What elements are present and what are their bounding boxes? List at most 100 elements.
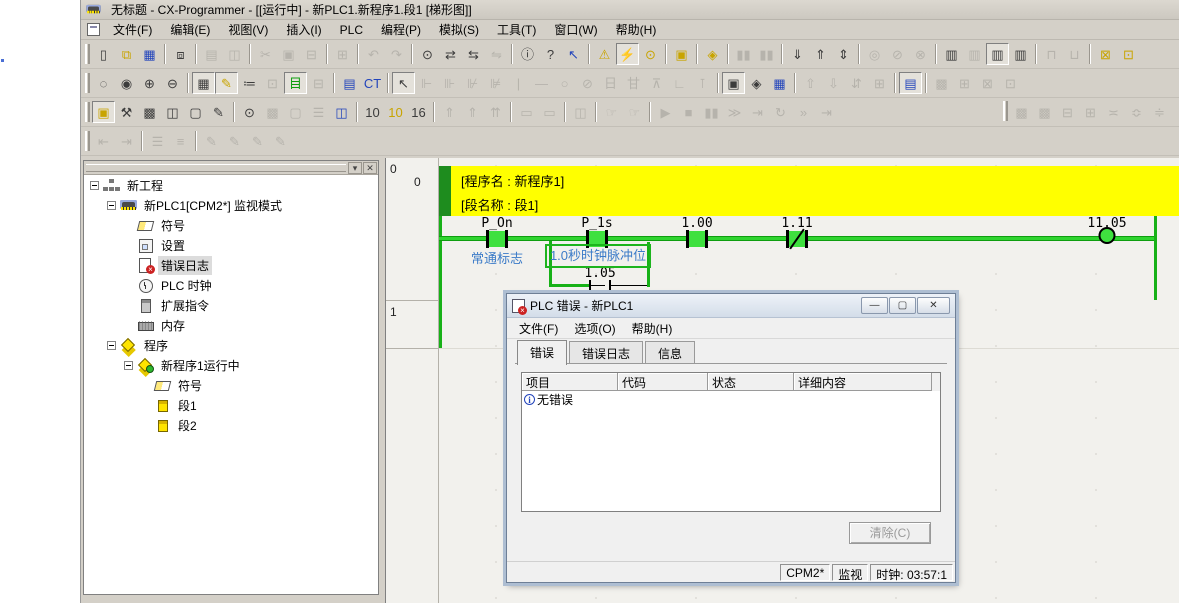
comment-icon[interactable]: ✎ bbox=[215, 72, 238, 94]
copy-icon[interactable]: ▣ bbox=[277, 43, 300, 65]
tree-item-新PLC1[CPM2*] 监视模式[interactable]: 新PLC1[CPM2*] 监视模式 bbox=[84, 195, 378, 215]
print-icon[interactable]: ▤ bbox=[200, 43, 223, 65]
menu-item-5[interactable]: 编程(P) bbox=[372, 21, 430, 39]
workspace-dropdown-icon[interactable]: ▾ bbox=[348, 162, 362, 174]
menu-item-3[interactable]: 插入(I) bbox=[277, 21, 330, 39]
select-tool-icon[interactable]: ↖ bbox=[392, 72, 415, 94]
new-instruction-icon[interactable]: 日 bbox=[599, 72, 622, 94]
minimize-button[interactable]: — bbox=[861, 297, 888, 314]
tree-item-程序[interactable]: 程序 bbox=[84, 335, 378, 355]
column-header-代码[interactable]: 代码 bbox=[618, 373, 708, 391]
rewrap-icon[interactable]: ≡ bbox=[169, 130, 192, 152]
mode-debug-icon[interactable]: ▥ bbox=[963, 43, 986, 65]
work-online-icon[interactable]: ◈ bbox=[701, 43, 724, 65]
zoom-in-icon[interactable]: ⊕ bbox=[138, 72, 161, 94]
menu-item-8[interactable]: 窗口(W) bbox=[545, 21, 606, 39]
force-reset-icon[interactable]: ⊘ bbox=[886, 43, 909, 65]
tree-item-段2[interactable]: 段2 bbox=[84, 415, 378, 435]
new-contact-icon[interactable]: ⊩ bbox=[415, 72, 438, 94]
go-online1-icon[interactable]: ⇑ bbox=[438, 101, 461, 123]
outdent-icon[interactable]: ⇥ bbox=[115, 130, 138, 152]
new-contact-or-icon[interactable]: ⊪ bbox=[438, 72, 461, 94]
paste-icon[interactable]: ⊟ bbox=[300, 43, 323, 65]
horizontal-line-icon[interactable]: — bbox=[530, 72, 553, 94]
replace-icon[interactable]: ⇄ bbox=[439, 43, 462, 65]
force-cancel-icon[interactable]: ⊗ bbox=[909, 43, 932, 65]
tree-item-段1[interactable]: 段1 bbox=[84, 395, 378, 415]
properties-icon[interactable]: ⓘ bbox=[516, 43, 539, 65]
tab-信息[interactable]: 信息 bbox=[645, 341, 695, 364]
new-coil-icon[interactable]: ○ bbox=[553, 72, 576, 94]
release-password-icon[interactable]: ⊡ bbox=[1117, 43, 1140, 65]
menu-item-1[interactable]: 编辑(E) bbox=[161, 21, 219, 39]
toolbar-grip[interactable] bbox=[85, 131, 90, 151]
cut-icon[interactable]: ✂ bbox=[254, 43, 277, 65]
mode-monitor-icon[interactable]: ▥ bbox=[986, 43, 1009, 65]
monitor-decimal-icon[interactable]: 10 bbox=[361, 101, 384, 123]
context-help-icon[interactable]: ↖ bbox=[562, 43, 585, 65]
help-icon[interactable]: ? bbox=[539, 43, 562, 65]
compile-icon[interactable]: ⚠ bbox=[593, 43, 616, 65]
menu-item-7[interactable]: 工具(T) bbox=[488, 21, 545, 39]
pause-program-icon[interactable]: ▮▮ bbox=[732, 43, 755, 65]
zoom-out-icon[interactable]: ⊖ bbox=[161, 72, 184, 94]
io-table-icon[interactable]: ◫ bbox=[330, 101, 353, 123]
workspace-close-icon[interactable]: ✕ bbox=[363, 162, 377, 174]
menu-item-6[interactable]: 模拟(S) bbox=[430, 21, 488, 39]
workspace-grip[interactable] bbox=[86, 164, 346, 172]
tab-错误[interactable]: 错误 bbox=[517, 340, 567, 365]
cross-reference-icon[interactable]: ◫ bbox=[161, 101, 184, 123]
sim-fast-icon[interactable]: » bbox=[792, 101, 815, 123]
dialog-menu-item-1[interactable]: 选项(O) bbox=[566, 318, 623, 339]
new-icon[interactable]: ▯ bbox=[92, 43, 115, 65]
pen1-icon[interactable]: ✎ bbox=[200, 130, 223, 152]
pv1-icon[interactable]: ▩ bbox=[1010, 101, 1033, 123]
delete-line-icon[interactable]: ⊺ bbox=[691, 72, 714, 94]
watch-window2-icon[interactable]: ⊞ bbox=[953, 72, 976, 94]
tree-item-新工程[interactable]: 新工程 bbox=[84, 175, 378, 195]
save-icon[interactable]: ▦ bbox=[138, 43, 161, 65]
transfer-b-icon[interactable]: ▭ bbox=[538, 101, 561, 123]
ladder-contact-P_On[interactable] bbox=[486, 230, 508, 248]
output-window-icon[interactable]: ⚒ bbox=[115, 101, 138, 123]
watch-window3-icon[interactable]: ⊠ bbox=[976, 72, 999, 94]
grid-icon[interactable]: ▦ bbox=[192, 72, 215, 94]
set-password-icon[interactable]: ⊠ bbox=[1094, 43, 1117, 65]
tree-item-符号[interactable]: 符号 bbox=[84, 215, 378, 235]
sim-run-icon[interactable]: ▶ bbox=[654, 101, 677, 123]
properties-window-icon[interactable]: ✎ bbox=[207, 101, 230, 123]
batch-check-icon[interactable]: ⊙ bbox=[639, 43, 662, 65]
set-on-icon[interactable]: ⇧ bbox=[799, 72, 822, 94]
dialog-menu-item-0[interactable]: 文件(F) bbox=[511, 318, 566, 339]
find-bin-icon[interactable]: ⊙ bbox=[238, 101, 261, 123]
address-reference-icon[interactable]: ▢ bbox=[184, 101, 207, 123]
clear-button[interactable]: 清除(C) bbox=[849, 522, 931, 544]
tab-错误日志[interactable]: 错误日志 bbox=[569, 341, 643, 364]
tree-item-PLC 时钟[interactable]: PLC 时钟 bbox=[84, 275, 378, 295]
close-button[interactable]: ✕ bbox=[917, 297, 950, 314]
sim-to-end-icon[interactable]: ⇥ bbox=[815, 101, 838, 123]
transfer-check-icon[interactable]: ▣ bbox=[670, 43, 693, 65]
sim-loop-icon[interactable]: ↻ bbox=[769, 101, 792, 123]
go-online3-icon[interactable]: ⇈ bbox=[484, 101, 507, 123]
tree-item-错误日志[interactable]: 错误日志 bbox=[84, 255, 378, 275]
sync-icon[interactable]: ◫ bbox=[569, 101, 592, 123]
sim-step-icon[interactable]: ⇥ bbox=[746, 101, 769, 123]
download-icon[interactable]: ⇓ bbox=[786, 43, 809, 65]
pv4-icon[interactable]: ⊞ bbox=[1079, 101, 1102, 123]
child-window-icon[interactable] bbox=[87, 23, 100, 36]
column-header-详细内容[interactable]: 详细内容 bbox=[794, 373, 932, 391]
mode-run-icon[interactable]: ▥ bbox=[1009, 43, 1032, 65]
indent-icon[interactable]: ⇤ bbox=[92, 130, 115, 152]
column-header-项目[interactable]: 项目 bbox=[522, 373, 618, 391]
toolbar-grip[interactable] bbox=[85, 44, 90, 64]
zoom-region-icon[interactable]: ◉ bbox=[115, 72, 138, 94]
toolbar-grip[interactable] bbox=[85, 102, 90, 122]
pv2-icon[interactable]: ▩ bbox=[1033, 101, 1056, 123]
pv7-icon[interactable]: ≑ bbox=[1148, 101, 1171, 123]
view-ct-icon[interactable]: CT bbox=[361, 72, 384, 94]
find-icon[interactable]: ⊙ bbox=[416, 43, 439, 65]
paste-program-icon[interactable]: ⊞ bbox=[331, 43, 354, 65]
list-window-icon[interactable]: ☰ bbox=[307, 101, 330, 123]
force-set-icon[interactable]: ◎ bbox=[863, 43, 886, 65]
